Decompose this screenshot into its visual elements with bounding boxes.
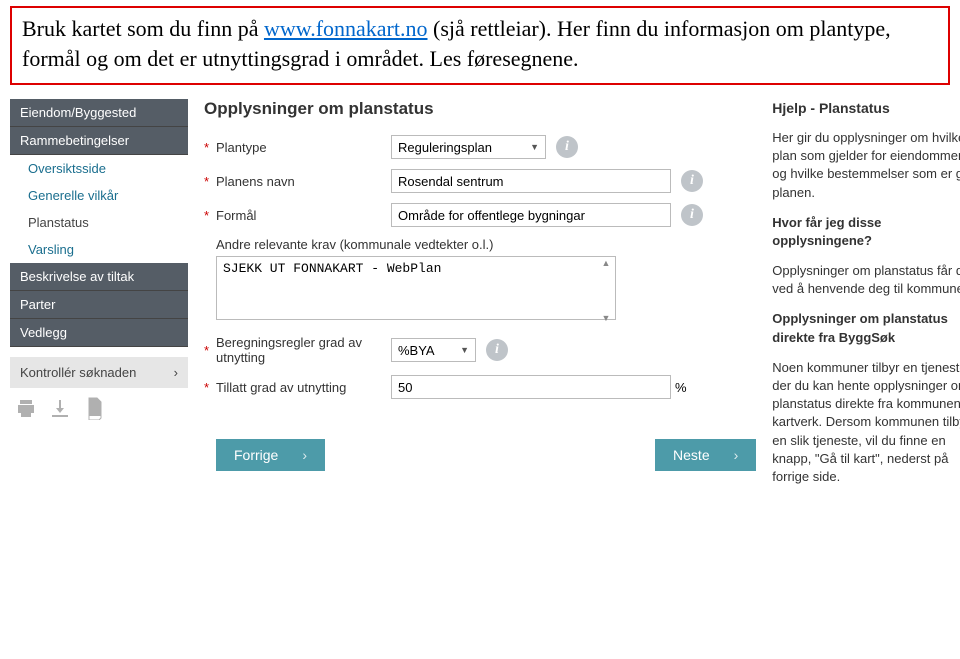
help-title: Hjelp - Planstatus [772,99,960,119]
forrige-label: Forrige [234,447,278,463]
formaal-input[interactable] [391,203,671,227]
sidebar-item-planstatus[interactable]: Planstatus [10,209,188,236]
beregning-label: Beregningsregler grad av utnytting [216,335,391,365]
plantype-label: Plantype [216,140,391,155]
andre-krav-textarea[interactable]: SJEKK UT FONNAKART - WebPlan [216,256,616,320]
sidebar-item-vedlegg[interactable]: Vedlegg [10,319,188,347]
required-marker: * [204,380,216,395]
chevron-right-icon: › [734,447,739,463]
action-icons-row [10,388,188,428]
beregning-value: %BYA [398,343,435,358]
andre-krav-label: Andre relevante krav (kommunale vedtekte… [216,237,756,252]
plantype-select[interactable]: Reguleringsplan ▼ [391,135,546,159]
help-text: Her gir du opplysninger om hvilke plan s… [772,129,960,202]
help-subheading: Opplysninger om planstatus direkte fra B… [772,311,948,344]
planens-navn-label: Planens navn [216,174,391,189]
sidebar-item-eiendom[interactable]: Eiendom/Byggested [10,99,188,127]
banner-text-pre: Bruk kartet som du finn på [22,16,264,41]
sidebar-item-rammebetingelser[interactable]: Rammebetingelser [10,127,188,155]
info-icon[interactable]: i [556,136,578,158]
page-title: Opplysninger om planstatus [204,99,756,119]
percent-label: % [675,380,687,395]
beregning-select[interactable]: %BYA ▼ [391,338,476,362]
sidebar: Eiendom/Byggested Rammebetingelser Overs… [10,99,188,498]
required-marker: * [204,174,216,189]
chevron-right-icon: › [174,365,178,380]
print-icon[interactable] [14,396,38,420]
neste-label: Neste [673,447,710,463]
plantype-value: Reguleringsplan [398,140,492,155]
help-panel: Hjelp - Planstatus Her gir du opplysning… [772,99,960,498]
forrige-button[interactable]: Forrige › [216,439,325,471]
neste-button[interactable]: Neste › [655,439,756,471]
kontroller-soknaden-button[interactable]: Kontrollér søknaden › [10,357,188,388]
download-icon[interactable] [48,396,72,420]
info-icon[interactable]: i [681,170,703,192]
required-marker: * [204,343,216,358]
help-subheading: Hvor får jeg disse opplysningene? [772,215,881,248]
document-icon[interactable] [82,396,106,420]
sidebar-item-parter[interactable]: Parter [10,291,188,319]
tillatt-input[interactable] [391,375,671,399]
help-text: Opplysninger om planstatus får du ved å … [772,262,960,298]
chevron-right-icon: › [302,447,307,463]
tillatt-label: Tillatt grad av utnytting [216,380,391,395]
required-marker: * [204,140,216,155]
instruction-banner: Bruk kartet som du finn på www.fonnakart… [10,6,950,85]
planens-navn-input[interactable] [391,169,671,193]
required-marker: * [204,208,216,223]
formaal-label: Formål [216,208,391,223]
chevron-down-icon: ▼ [530,142,539,152]
kontroller-label: Kontrollér søknaden [20,365,136,380]
info-icon[interactable]: i [681,204,703,226]
sidebar-item-oversiktsside[interactable]: Oversiktsside [10,155,188,182]
sidebar-item-generelle-vilkar[interactable]: Generelle vilkår [10,182,188,209]
info-icon[interactable]: i [486,339,508,361]
sidebar-item-varsling[interactable]: Varsling [10,236,188,263]
sidebar-item-beskrivelse[interactable]: Beskrivelse av tiltak [10,263,188,291]
main-content: Opplysninger om planstatus * Plantype Re… [204,99,756,498]
banner-link[interactable]: www.fonnakart.no [264,16,428,41]
chevron-down-icon: ▼ [460,345,469,355]
help-text: Noen kommuner tilbyr en tjeneste der du … [772,359,960,486]
